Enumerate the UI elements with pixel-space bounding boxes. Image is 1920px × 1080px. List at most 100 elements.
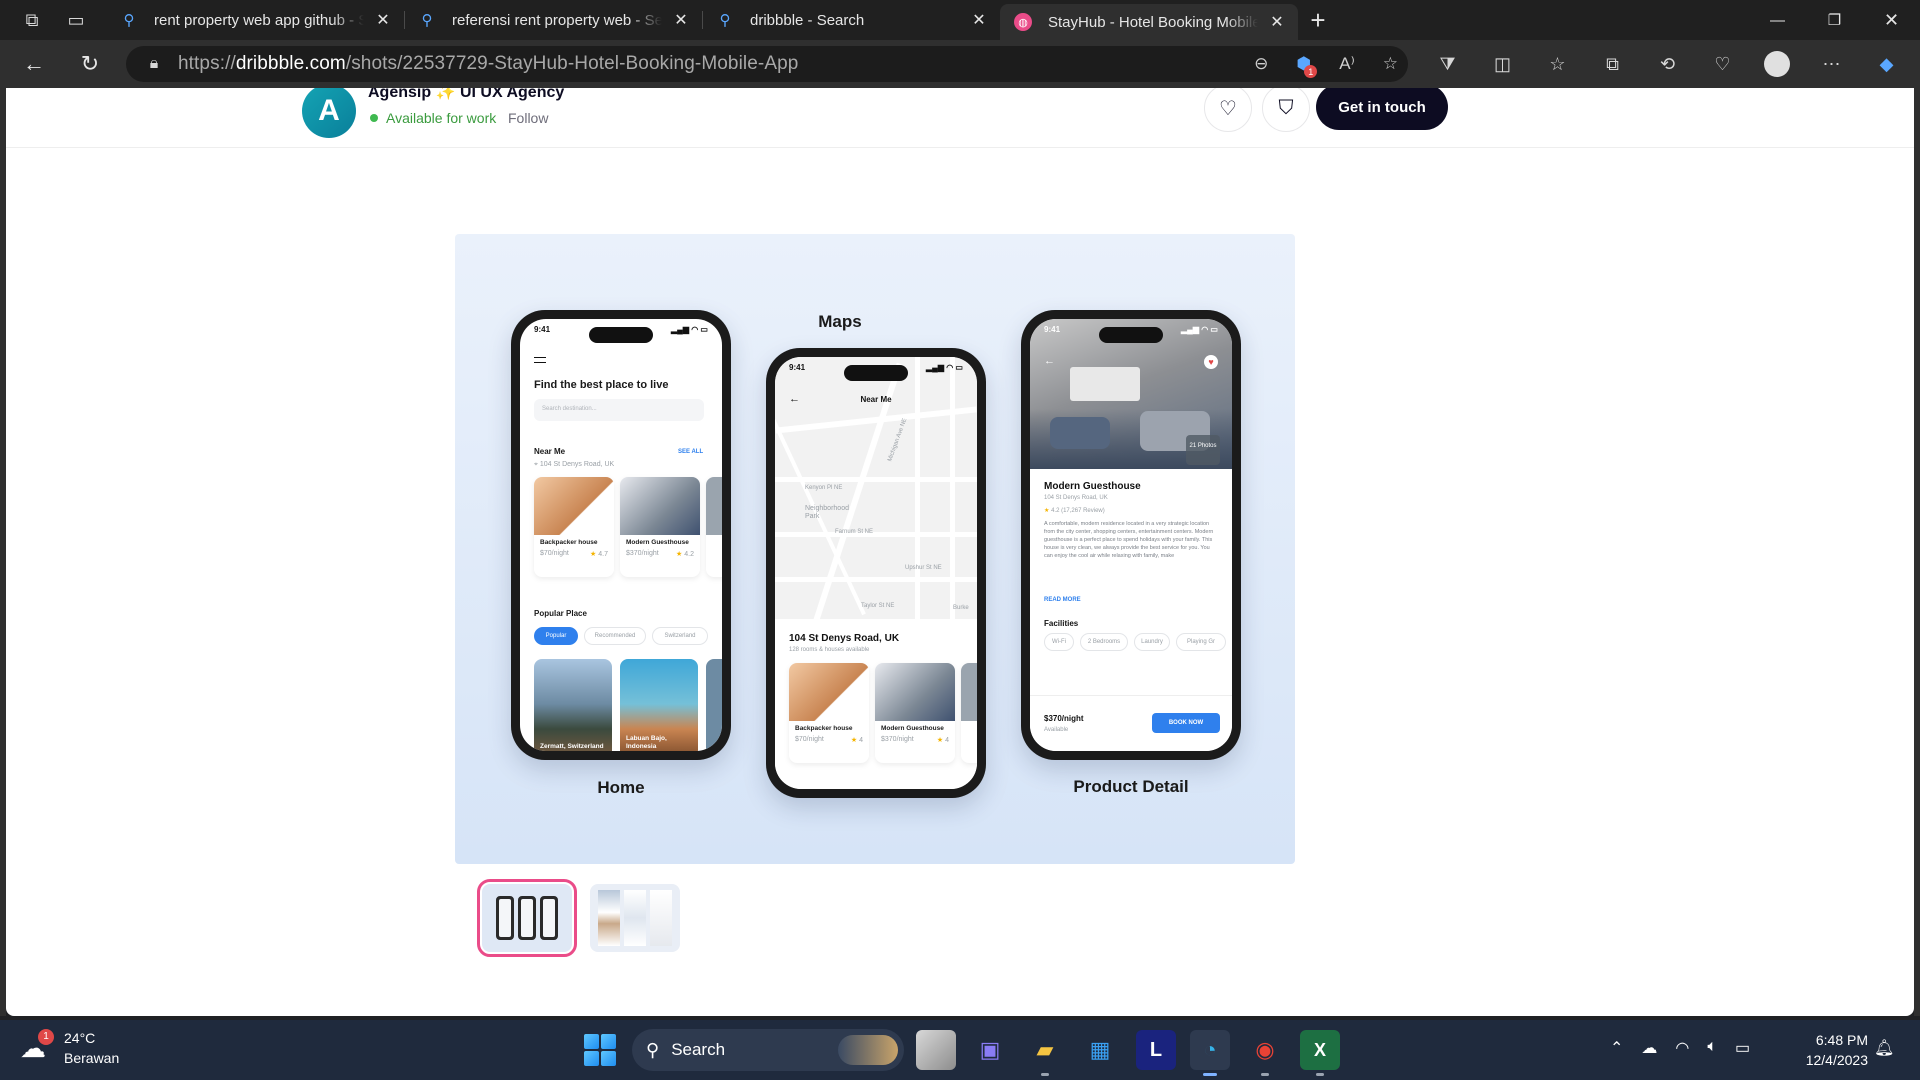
minimize-icon[interactable]: —: [1749, 0, 1806, 40]
chevron-up-icon[interactable]: ⌃: [1610, 1038, 1623, 1058]
history-icon[interactable]: ⟲: [1640, 44, 1695, 84]
maps-subtitle: 128 rooms & houses available: [789, 647, 870, 653]
chrome-icon[interactable]: ◉: [1245, 1030, 1285, 1076]
file-explorer-icon[interactable]: ▰: [1025, 1030, 1065, 1076]
close-icon[interactable]: ✕: [970, 11, 988, 29]
detail-price-sub: Available: [1044, 727, 1069, 733]
collections-icon[interactable]: ⧉: [1585, 44, 1640, 84]
like-button[interactable]: ♡: [1204, 88, 1252, 132]
workspaces-icon[interactable]: ⧉: [12, 0, 52, 40]
taskbar-search[interactable]: ⚲ Search: [632, 1029, 904, 1071]
back-icon[interactable]: ←: [14, 44, 54, 84]
agency-name[interactable]: Agensip ✨ UI UX Agency: [368, 88, 564, 102]
shot-thumbnails: [477, 879, 680, 957]
favorite-heart-icon: ♥: [1204, 355, 1218, 369]
profile-avatar[interactable]: [1764, 51, 1790, 77]
task-view-icon[interactable]: [916, 1030, 956, 1070]
detail-photo-sofa: [1050, 417, 1110, 449]
search-icon: ⚲: [719, 12, 731, 29]
near-me-heading: Near Me: [534, 447, 566, 456]
favorite-star-icon[interactable]: ☆: [1383, 54, 1398, 74]
thumbnail-screen: [650, 890, 672, 946]
card-photo: [961, 663, 977, 721]
availability-status: Available for work: [370, 110, 496, 126]
detail-price: $370/night: [1044, 714, 1084, 723]
phone-maps: Neighborhood Park Taylor St NE Upshur St…: [766, 348, 986, 798]
read-aloud-icon[interactable]: A⁾: [1339, 54, 1355, 74]
windows-taskbar: ☁ 1 24°C Berawan ⚲ Search ▣ ▰ ▦ L ◔ ◉ X ⌃…: [0, 1020, 1920, 1080]
wifi-icon[interactable]: ◠: [1675, 1038, 1689, 1058]
maps-header: Near Me: [860, 395, 892, 404]
get-in-touch-button[interactable]: Get in touch: [1316, 88, 1448, 130]
tab-title: StayHub - Hotel Booking Mobile: [1048, 13, 1258, 31]
excel-icon[interactable]: X: [1300, 1030, 1340, 1076]
performance-icon[interactable]: ♡: [1695, 44, 1750, 84]
teams-chat-icon[interactable]: ▣: [970, 1030, 1010, 1070]
l-app-icon[interactable]: L: [1136, 1030, 1176, 1070]
more-options-icon[interactable]: ⋯: [1804, 44, 1859, 84]
place-card: Zermatt, Switzerland: [534, 659, 612, 751]
search-highlight-art: [838, 1035, 898, 1065]
card-photo: [534, 477, 614, 535]
extension-badge-icon[interactable]: ⬢ 1: [1296, 54, 1318, 78]
tab-rent-property-github[interactable]: ⚲ rent property web app github - S ✕: [106, 0, 404, 40]
onedrive-icon[interactable]: ☁: [1641, 1038, 1657, 1058]
card-photo: [789, 663, 869, 721]
map-street: [775, 532, 977, 537]
thumbnail-2[interactable]: [590, 884, 680, 952]
card-photo: [706, 477, 722, 535]
url-field[interactable]: 🔒︎ https://dribbble.com/shots/22537729-S…: [126, 46, 1408, 82]
copilot-icon[interactable]: ◆: [1859, 44, 1914, 84]
search-icon: ⚲: [123, 12, 135, 29]
battery-icon[interactable]: ▭: [1735, 1038, 1750, 1058]
thumbnail-screen: [624, 890, 646, 946]
phone-notch: [589, 327, 653, 343]
tab-title: dribbble - Search: [750, 11, 865, 29]
thumbnail-1[interactable]: [477, 879, 577, 957]
card-meta: $70/night ★ 4.7: [540, 549, 608, 558]
zoom-icon[interactable]: ⊖: [1254, 54, 1268, 74]
agency-logo[interactable]: A: [302, 88, 356, 138]
restore-icon[interactable]: ❐: [1806, 0, 1863, 40]
facility-chip: Wi-Fi: [1044, 633, 1074, 651]
tab-title: referensi rent property web - Sea: [452, 11, 662, 29]
map-label: Farnum St NE: [835, 529, 874, 535]
close-icon[interactable]: ✕: [672, 11, 690, 29]
shot-image[interactable]: 9:41 ▂▄▆ ◠ ▭ Find the best place to live …: [455, 234, 1295, 864]
phone-notch: [844, 365, 908, 381]
clock[interactable]: 6:48 PM 12/4/2023: [1796, 1030, 1868, 1070]
facility-chip: Laundry: [1134, 633, 1170, 651]
edge-browser-icon[interactable]: ◔: [1190, 1030, 1230, 1076]
refresh-icon[interactable]: ↻: [70, 44, 110, 84]
detail-label: Product Detail: [1073, 777, 1189, 796]
notifications-icon[interactable]: 🔔︎: [1874, 1038, 1894, 1058]
back-arrow-icon: ←: [1044, 355, 1055, 367]
close-icon[interactable]: ✕: [1268, 13, 1286, 31]
start-button[interactable]: [584, 1034, 616, 1066]
tab-stayhub[interactable]: ◍ StayHub - Hotel Booking Mobile ✕: [1000, 4, 1298, 40]
card-meta: $70/night ★ 4: [795, 735, 863, 744]
window-controls: — ❐ ✕: [1749, 0, 1920, 40]
save-button[interactable]: ⛉: [1262, 88, 1310, 132]
extensions-icon[interactable]: ⧩: [1420, 44, 1475, 84]
detail-photo-window: [1070, 367, 1140, 401]
new-tab-button[interactable]: +: [1298, 0, 1338, 40]
maps-card: Modern Guesthouse $370/night ★ 4: [875, 663, 955, 763]
split-screen-icon[interactable]: ◫: [1475, 44, 1530, 84]
close-window-icon[interactable]: ✕: [1863, 0, 1920, 40]
close-icon[interactable]: ✕: [374, 11, 392, 29]
microsoft-store-icon[interactable]: ▦: [1080, 1030, 1120, 1070]
volume-icon[interactable]: 🔈︎: [1707, 1038, 1717, 1058]
tab-actions-icon[interactable]: ▭: [56, 0, 96, 40]
tab-referensi-rent-property[interactable]: ⚲ referensi rent property web - Sea ✕: [404, 0, 702, 40]
favorites-icon[interactable]: ☆: [1530, 44, 1585, 84]
menu-icon: [534, 357, 546, 363]
url-text: https://dribbble.com/shots/22537729-Stay…: [178, 53, 799, 74]
card-title: Modern Guesthouse: [881, 725, 944, 732]
tab-dribbble-search[interactable]: ⚲ dribbble - Search ✕: [702, 0, 1000, 40]
follow-link[interactable]: Follow: [508, 110, 548, 126]
lock-icon[interactable]: 🔒︎: [134, 55, 174, 73]
home-title: Find the best place to live: [534, 379, 669, 391]
weather-widget[interactable]: ☁ 1 24°C Berawan: [20, 1028, 119, 1068]
address-bar-row: ← ↻ 🔒︎ https://dribbble.com/shots/225377…: [0, 40, 1920, 88]
